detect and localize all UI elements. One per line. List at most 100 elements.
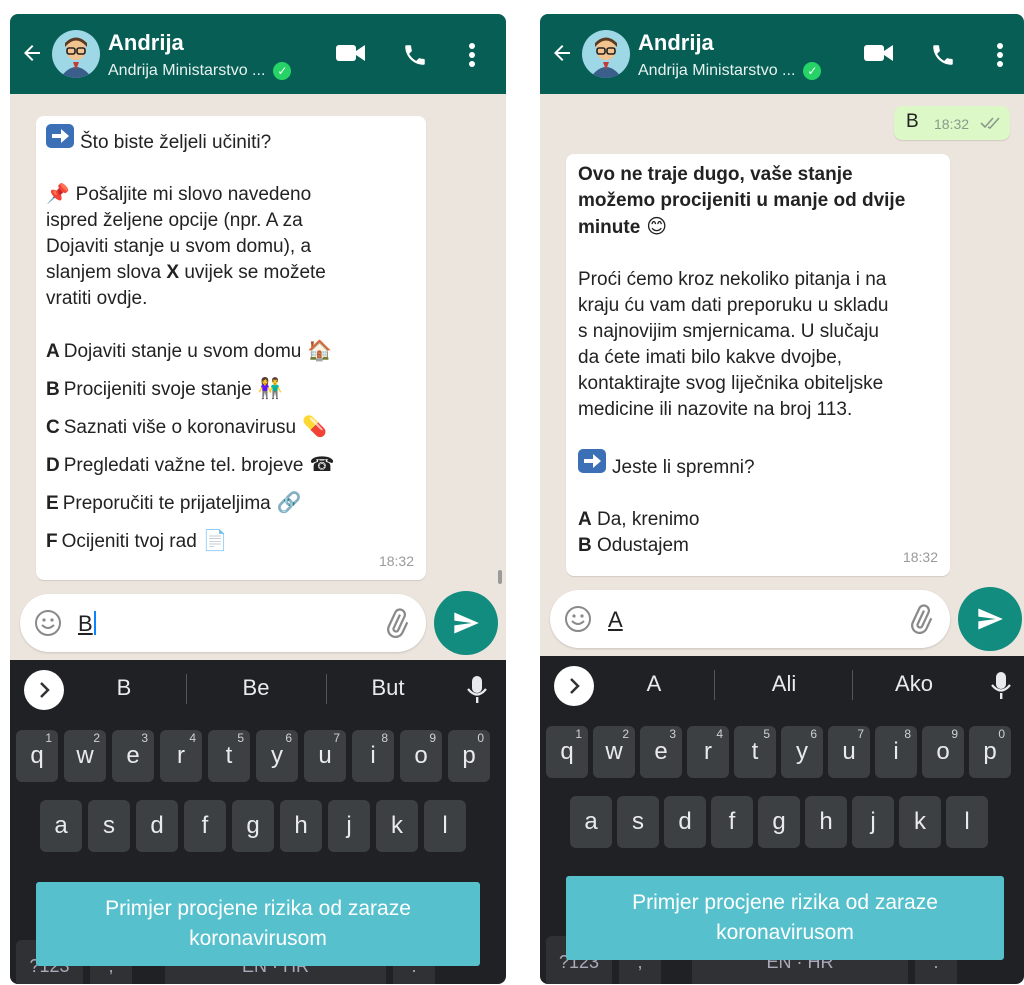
video-call-icon[interactable]	[336, 42, 366, 64]
key-f[interactable]: f	[711, 796, 753, 848]
typed-text[interactable]: A	[608, 607, 623, 633]
message-input[interactable]: A	[550, 590, 950, 648]
send-icon	[978, 608, 1003, 630]
option-key: E	[46, 493, 59, 514]
key-a[interactable]: a	[570, 796, 612, 848]
key-w[interactable]: w2	[64, 730, 106, 782]
suggestion-expand-button[interactable]	[24, 670, 64, 710]
phone-call-icon[interactable]	[402, 42, 428, 68]
message-text: Dojaviti stanje u svom domu), a	[46, 236, 312, 257]
key-h[interactable]: h	[280, 800, 322, 852]
caption-line: Primjer procjene rizika od zaraze	[632, 891, 938, 914]
telephone-icon: ☎	[309, 454, 335, 476]
key-h[interactable]: h	[805, 796, 847, 848]
key-l[interactable]: l	[424, 800, 466, 852]
microphone-icon[interactable]	[466, 676, 488, 704]
arrow-right-icon	[578, 449, 606, 481]
divider	[186, 674, 187, 704]
contact-subtitle: Andrija Ministarstvo ... ✓	[108, 62, 292, 80]
attachment-icon[interactable]	[906, 604, 936, 634]
key-label: h	[294, 812, 308, 839]
key-i[interactable]: i8	[352, 730, 394, 782]
back-arrow-icon[interactable]	[550, 40, 574, 66]
suggestion-word[interactable]: B	[64, 675, 184, 701]
suggestion-word[interactable]: A	[594, 671, 714, 697]
option-key: D	[46, 455, 60, 476]
typed-text[interactable]: B	[78, 611, 96, 637]
key-i[interactable]: i8	[875, 726, 917, 778]
key-f[interactable]: f	[184, 800, 226, 852]
key-d[interactable]: d	[664, 796, 706, 848]
key-j[interactable]: j	[328, 800, 370, 852]
key-o[interactable]: o9	[400, 730, 442, 782]
key-d[interactable]: d	[136, 800, 178, 852]
send-button[interactable]	[434, 591, 498, 655]
key-r[interactable]: r4	[687, 726, 729, 778]
send-button[interactable]	[958, 587, 1022, 651]
key-label: a	[54, 812, 68, 839]
key-w[interactable]: w2	[593, 726, 635, 778]
message-bold-text: Ovo ne traje dugo, vaše stanje	[578, 164, 853, 185]
option-item: C Saznati više o koronavirusu 💊	[46, 414, 416, 441]
suggestion-expand-button[interactable]	[554, 666, 594, 706]
key-label: a	[584, 808, 598, 835]
key-p[interactable]: p0	[969, 726, 1011, 778]
key-s[interactable]: s	[617, 796, 659, 848]
key-t[interactable]: t5	[208, 730, 250, 782]
key-p[interactable]: p0	[448, 730, 490, 782]
divider	[326, 674, 327, 704]
suggestion-word[interactable]: Ako	[854, 671, 974, 697]
option-key: F	[46, 531, 58, 552]
input-value[interactable]: B	[78, 611, 93, 636]
avatar[interactable]	[582, 30, 630, 78]
key-l[interactable]: l	[946, 796, 988, 848]
suggestion-word[interactable]: But	[328, 675, 448, 701]
incoming-message: Što biste željeli učiniti? 📌 Pošaljite mi…	[36, 116, 426, 580]
key-t[interactable]: t5	[734, 726, 776, 778]
emoji-icon[interactable]	[34, 609, 62, 637]
message-text: vratiti ovdje.	[46, 288, 148, 309]
key-r[interactable]: r4	[160, 730, 202, 782]
key-number-hint: 3	[669, 727, 676, 741]
key-number-hint: 0	[477, 731, 484, 745]
key-q[interactable]: q1	[546, 726, 588, 778]
key-u[interactable]: u7	[304, 730, 346, 782]
key-label: j	[870, 808, 876, 835]
key-a[interactable]: a	[40, 800, 82, 852]
contact-name: Andrija	[108, 30, 184, 55]
more-options-icon[interactable]	[996, 42, 1004, 68]
key-o[interactable]: o9	[922, 726, 964, 778]
video-call-icon[interactable]	[864, 42, 894, 64]
key-j[interactable]: j	[852, 796, 894, 848]
key-e[interactable]: e3	[640, 726, 682, 778]
suggestion-word[interactable]: Ali	[724, 671, 844, 697]
key-e[interactable]: e3	[112, 730, 154, 782]
scrollbar[interactable]	[498, 570, 502, 584]
key-g[interactable]: g	[758, 796, 800, 848]
key-k[interactable]: k	[899, 796, 941, 848]
key-s[interactable]: s	[88, 800, 130, 852]
suggestion-word[interactable]: Be	[196, 675, 316, 701]
key-y[interactable]: y6	[256, 730, 298, 782]
message-input[interactable]: B	[20, 594, 426, 652]
phone-call-icon[interactable]	[930, 42, 956, 68]
key-label: g	[772, 808, 786, 835]
key-label: u	[318, 742, 332, 769]
attachment-icon[interactable]	[382, 608, 412, 638]
chat-area: Što biste željeli učiniti? 📌 Pošaljite mi…	[10, 94, 506, 660]
key-number-hint: 7	[333, 731, 340, 745]
back-arrow-icon[interactable]	[20, 40, 44, 66]
key-y[interactable]: y6	[781, 726, 823, 778]
contact-subtitle: Andrija Ministarstvo ... ✓	[638, 62, 822, 80]
option-item: B Procijeniti svoje stanje 👫	[46, 376, 416, 403]
avatar[interactable]	[52, 30, 100, 78]
emoji-icon[interactable]	[564, 605, 592, 633]
microphone-icon[interactable]	[990, 672, 1012, 700]
key-label: l	[964, 808, 970, 835]
key-u[interactable]: u7	[828, 726, 870, 778]
key-k[interactable]: k	[376, 800, 418, 852]
more-options-icon[interactable]	[468, 42, 476, 68]
input-value[interactable]: A	[608, 607, 623, 632]
key-g[interactable]: g	[232, 800, 274, 852]
key-q[interactable]: q1	[16, 730, 58, 782]
